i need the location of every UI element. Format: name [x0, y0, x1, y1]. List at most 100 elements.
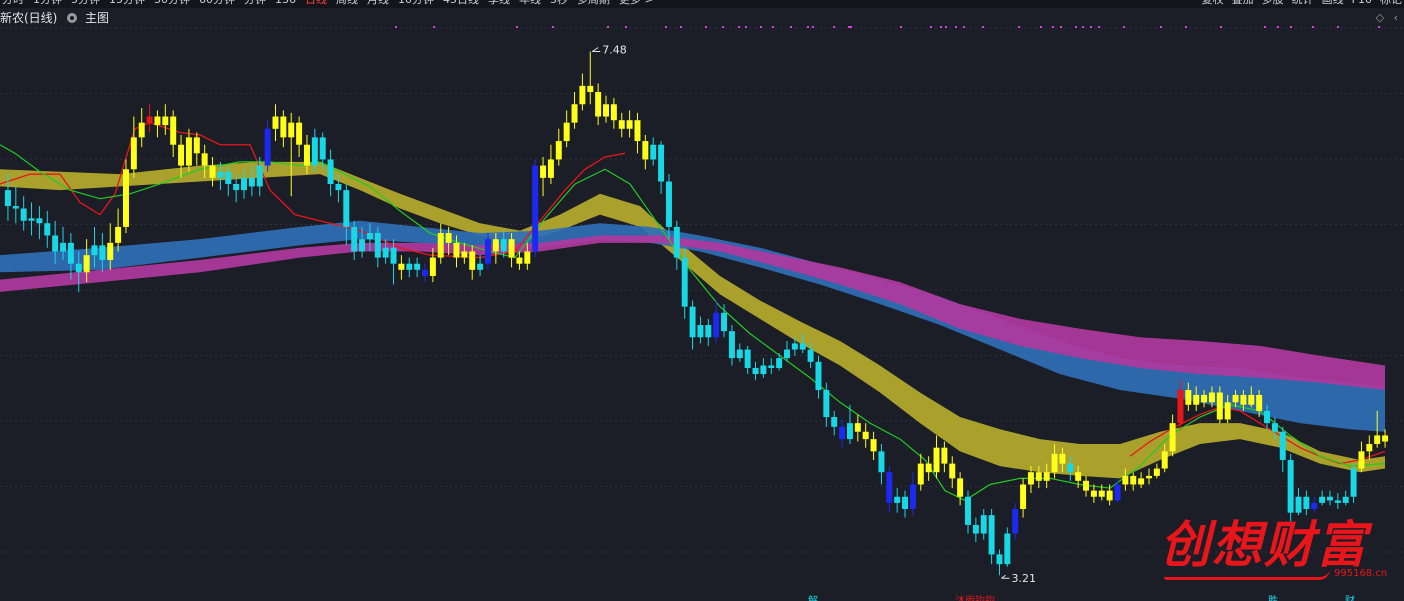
candle-body — [146, 116, 153, 123]
signal-dot — [1290, 26, 1292, 28]
signal-dot — [1052, 26, 1054, 28]
candle-body — [178, 144, 185, 166]
candle-body — [524, 251, 531, 264]
candle-body — [626, 120, 633, 129]
candle-body — [1067, 463, 1074, 473]
signal-dot — [1220, 26, 1222, 28]
candle-body — [610, 104, 617, 121]
candle-body — [477, 263, 484, 270]
candle-body — [760, 365, 767, 375]
candle-body — [642, 141, 649, 160]
signal-dot — [516, 26, 518, 28]
bottom-marker: 财 — [1345, 594, 1355, 601]
candle-body — [1075, 472, 1082, 481]
bottom-marker: 沐雨钩钩 — [955, 594, 995, 601]
candle-body — [1083, 480, 1090, 491]
candle-body — [1240, 394, 1247, 405]
candle-body — [335, 183, 342, 191]
signal-dot — [395, 26, 397, 28]
signal-dot — [738, 26, 740, 28]
candle-body — [1051, 453, 1058, 473]
watermark-logo: 创想财富 995168.cn — [1160, 505, 1390, 595]
candle-body — [713, 312, 720, 338]
candle-body — [1122, 475, 1129, 485]
signal-dot — [1378, 26, 1380, 28]
low-pointer — [1001, 574, 1010, 579]
candle-body — [422, 269, 428, 276]
candle-body — [862, 431, 869, 440]
candle-body — [1177, 390, 1184, 424]
candle-body — [618, 120, 625, 129]
signal-dot — [745, 26, 747, 28]
candle-body — [1216, 392, 1223, 420]
signal-dot — [1075, 26, 1077, 28]
candle-body — [1004, 533, 1011, 565]
candle-body — [107, 242, 114, 261]
candle-body — [122, 169, 129, 227]
candle-body — [957, 478, 964, 497]
candle-body — [4, 190, 11, 207]
candle-body — [154, 116, 161, 126]
signal-dot — [552, 26, 554, 28]
candle-body — [1271, 423, 1278, 432]
candle-body — [75, 263, 82, 273]
candle-body — [469, 251, 476, 270]
candle-body — [1382, 435, 1389, 442]
candle-body — [1012, 509, 1019, 534]
candle-body — [60, 242, 67, 252]
signal-dot — [433, 26, 435, 28]
signal-dot — [963, 26, 965, 28]
candle-body — [689, 306, 696, 338]
candle-body — [681, 257, 688, 307]
candle-body — [988, 515, 995, 555]
candle-body — [437, 233, 444, 258]
signal-dot — [945, 26, 947, 28]
signal-dot — [1185, 26, 1187, 28]
candle-body — [909, 484, 916, 510]
candle-body — [115, 226, 122, 243]
candle-body — [1264, 410, 1271, 424]
candle-body — [1248, 394, 1255, 405]
candle-body — [1193, 394, 1200, 405]
candle-body — [406, 263, 413, 270]
candle-body — [547, 159, 554, 178]
candle-body — [99, 245, 106, 261]
low-price-label: 3.21 — [1011, 572, 1036, 585]
candle-body — [846, 423, 853, 440]
candle-body — [839, 426, 846, 440]
candle-body — [296, 122, 303, 145]
candle-body — [1153, 468, 1160, 476]
candle-body — [705, 325, 712, 338]
candle-body — [359, 239, 366, 252]
signal-dot — [807, 26, 809, 28]
candle-body — [185, 137, 192, 166]
candle-body — [1114, 484, 1121, 501]
candle-body — [854, 423, 861, 432]
signal-dot — [680, 26, 682, 28]
signal-dot — [930, 26, 932, 28]
signal-dot — [1123, 26, 1125, 28]
high-price-label: 7.48 — [602, 44, 627, 57]
candle-body — [414, 263, 421, 270]
signal-dot — [790, 26, 792, 28]
watermark-text: 创想财富 — [1160, 515, 1368, 574]
candle-body — [752, 367, 759, 375]
candle-body — [1366, 444, 1373, 452]
signal-dot — [850, 26, 852, 28]
signal-dot — [1160, 26, 1162, 28]
signal-dot — [1060, 26, 1062, 28]
candle-body — [768, 365, 775, 368]
candle-body — [303, 144, 310, 166]
candle-body — [1374, 435, 1381, 445]
candle-body — [492, 239, 499, 252]
candle-body — [697, 325, 704, 338]
candle-body — [280, 116, 287, 138]
candle-body — [67, 242, 74, 264]
candle-body — [201, 153, 208, 166]
signal-dot — [625, 26, 627, 28]
candle-body — [1169, 423, 1176, 452]
candle-body — [996, 554, 1003, 565]
candle-body — [233, 183, 240, 191]
signal-dot — [982, 26, 984, 28]
candle-body — [1342, 496, 1349, 503]
